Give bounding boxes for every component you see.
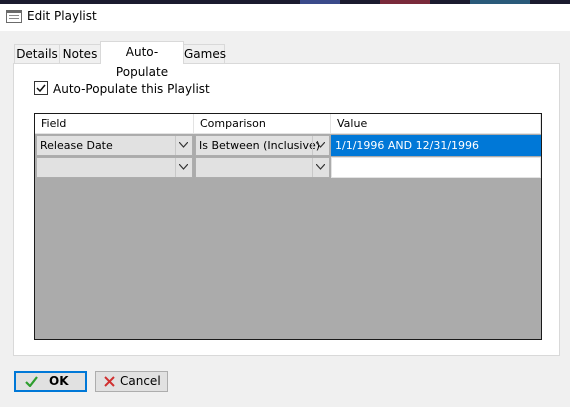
comparison-combo-row-1[interactable]: Is Between (Inclusive): [195, 135, 330, 156]
chevron-down-icon[interactable]: [175, 136, 192, 155]
title-bar: Edit Playlist: [0, 4, 570, 31]
field-combo-row-1[interactable]: Release Date: [36, 135, 193, 156]
tab-details[interactable]: Details: [14, 44, 60, 63]
chevron-down-icon[interactable]: [312, 136, 329, 155]
tab-notes[interactable]: Notes: [59, 44, 101, 63]
ok-button[interactable]: OK: [14, 371, 87, 392]
cancel-button[interactable]: Cancel: [95, 371, 168, 392]
chevron-down-icon[interactable]: [175, 158, 192, 177]
chevron-down-icon[interactable]: [312, 158, 329, 177]
dialog-window-icon: [6, 10, 22, 23]
checkmark-icon: [25, 376, 38, 387]
comparison-value-row-1: Is Between (Inclusive): [199, 139, 321, 152]
value-cell-row-2[interactable]: [331, 157, 541, 178]
field-value-row-1: Release Date: [40, 139, 113, 152]
rules-grid[interactable]: Field Comparison Value Release Date Is B…: [34, 113, 542, 340]
value-cell-row-1[interactable]: 1/1/1996 AND 12/31/1996: [331, 135, 541, 156]
column-header-value[interactable]: Value: [331, 114, 541, 134]
ok-label: OK: [49, 374, 69, 388]
field-combo-row-2[interactable]: [36, 157, 193, 178]
column-header-field[interactable]: Field: [35, 114, 194, 134]
x-icon: [104, 376, 115, 387]
cancel-label: Cancel: [120, 374, 161, 388]
checkmark-icon: [36, 84, 46, 93]
comparison-combo-row-2[interactable]: [195, 157, 330, 178]
auto-populate-checkbox[interactable]: [34, 81, 48, 95]
auto-populate-label[interactable]: Auto-Populate this Playlist: [53, 82, 210, 96]
tab-games[interactable]: Games: [183, 44, 226, 63]
column-header-comparison[interactable]: Comparison: [194, 114, 331, 134]
tab-auto-populate[interactable]: Auto-Populate: [100, 41, 184, 79]
window-title: Edit Playlist: [27, 9, 97, 23]
